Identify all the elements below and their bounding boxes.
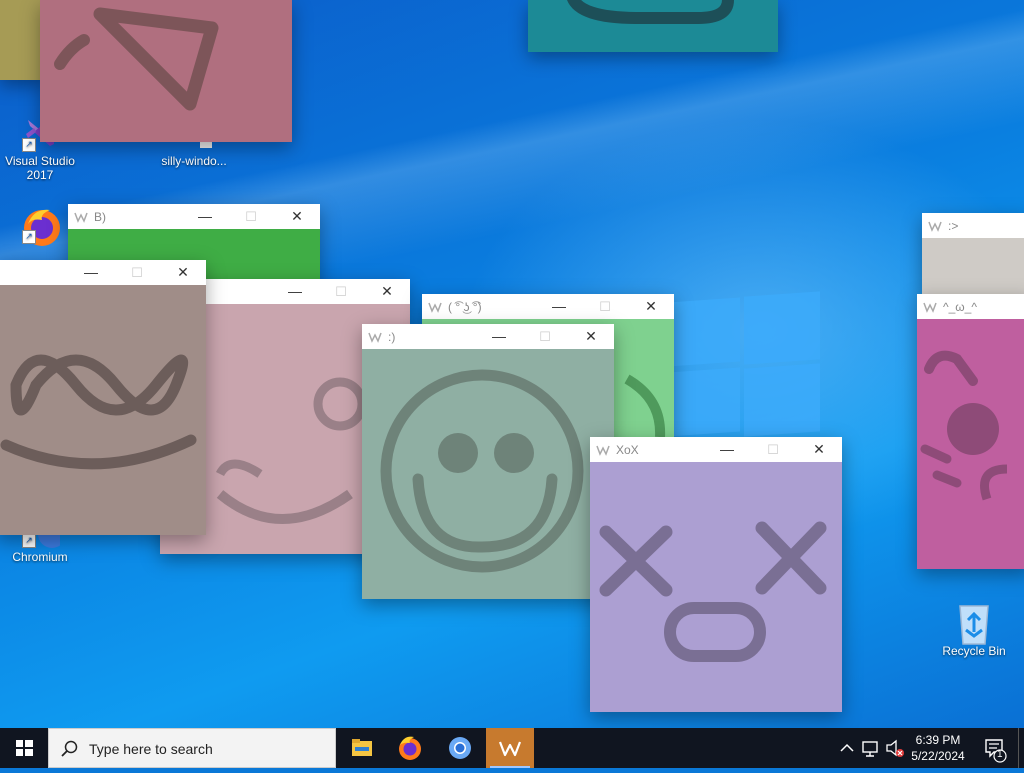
desktop: ↗ Visual Studio 2017 silly-windo... ↗ ↗ … (0, 0, 1024, 728)
close-button[interactable]: ✕ (364, 279, 410, 304)
search-box[interactable]: Type here to search (48, 728, 336, 768)
window-olive-fragment[interactable] (0, 0, 44, 80)
maximize-button[interactable]: ☐ (582, 294, 628, 319)
desktop-icon-label: silly-windo... (161, 154, 227, 168)
minimize-button[interactable]: — (182, 204, 228, 229)
window-xox[interactable]: XoX — ☐ ✕ (590, 437, 842, 712)
action-center-button[interactable]: 1 (980, 728, 1010, 768)
title-bar[interactable]: ( ͡° ͜ʖ ͡°) — ☐ ✕ (422, 294, 674, 319)
window-cat[interactable]: ^_ω_^ (917, 294, 1024, 569)
window-smiley[interactable]: :) — ☐ ✕ (362, 324, 614, 599)
window-title: ^_ω_^ (943, 300, 977, 314)
window-pink-triangle[interactable] (40, 0, 292, 142)
title-bar[interactable]: ^_ω_^ (917, 294, 1024, 319)
triangle-face-drawing (54, 7, 219, 111)
maximize-button[interactable]: ☐ (318, 279, 364, 304)
minimize-button[interactable]: — (68, 260, 114, 285)
taskbar-firefox[interactable] (386, 728, 434, 768)
close-button[interactable]: ✕ (160, 260, 206, 285)
notification-count: 1 (997, 749, 1003, 760)
desktop-icon-recycle-bin[interactable]: Recycle Bin (934, 602, 1014, 658)
desktop-icon-label: Recycle Bin (942, 644, 1006, 658)
taskbar-file-explorer[interactable] (338, 728, 386, 768)
network-icon (862, 741, 878, 757)
taskbar: Type here to search 6:39 PM 5/22/2024 1 (0, 728, 1024, 768)
window-title: XoX (616, 443, 639, 457)
firefox-icon: ↗ (20, 204, 60, 246)
title-bar[interactable]: B) — ☐ ✕ (68, 204, 320, 229)
desktop-icon-label: 2017 (26, 168, 54, 182)
minimize-button[interactable]: — (476, 324, 522, 349)
app-icon (596, 442, 610, 456)
teal-face-drawing (567, 0, 734, 24)
app-icon (928, 218, 942, 232)
window-title: ( ͡° ͜ʖ ͡°) (448, 300, 482, 314)
chromium-icon (449, 737, 471, 759)
start-button[interactable] (0, 728, 48, 768)
taskbar-chromium[interactable] (436, 728, 484, 768)
app-icon (923, 299, 937, 313)
close-button[interactable]: ✕ (628, 294, 674, 319)
firefox-icon (399, 736, 421, 760)
window-infinity[interactable]: — ☐ ✕ (0, 260, 206, 535)
maximize-button[interactable]: ☐ (522, 324, 568, 349)
show-hidden-icons-button[interactable] (838, 728, 856, 768)
recycle-bin-icon (954, 602, 994, 645)
close-button[interactable]: ✕ (274, 204, 320, 229)
volume-button[interactable] (884, 728, 906, 768)
close-button[interactable]: ✕ (568, 324, 614, 349)
maximize-button[interactable]: ☐ (114, 260, 160, 285)
volume-muted-icon (886, 739, 904, 757)
window-title: B) (94, 210, 106, 224)
chevron-up-icon (840, 743, 854, 752)
maximize-button[interactable]: ☐ (228, 204, 274, 229)
app-icon (368, 329, 382, 343)
search-placeholder: Type here to search (89, 741, 213, 757)
desktop-icon-label: Chromium (12, 550, 68, 564)
taskbar-silly-windows[interactable] (486, 728, 534, 768)
infinity-face-drawing (0, 354, 197, 470)
cat-face-drawing (920, 350, 1008, 501)
maximize-button[interactable]: ☐ (750, 437, 796, 462)
desktop-icon-label: Visual Studio (5, 154, 75, 168)
file-explorer-icon (352, 739, 372, 756)
window-title: :> (948, 219, 959, 233)
window-title: :) (388, 330, 396, 344)
xox-face-drawing (599, 521, 827, 662)
window-grin[interactable]: :> (922, 213, 1024, 295)
app-icon (74, 209, 88, 223)
clock-button[interactable]: 6:39 PM 5/22/2024 (906, 732, 970, 764)
clock-date: 5/22/2024 (911, 749, 965, 763)
close-button[interactable]: ✕ (796, 437, 842, 462)
title-bar[interactable]: — ☐ ✕ (0, 260, 206, 285)
clock-time: 6:39 PM (915, 733, 961, 747)
minimize-button[interactable]: — (272, 279, 318, 304)
title-bar[interactable]: :> (922, 213, 1024, 238)
notification-icon (985, 739, 1007, 763)
window-teal[interactable] (528, 0, 778, 52)
title-bar[interactable]: :) — ☐ ✕ (362, 324, 614, 349)
search-icon (61, 740, 78, 757)
minimize-button[interactable]: — (536, 294, 582, 319)
silly-windows-icon (498, 741, 522, 757)
smiley-face-drawing (380, 369, 584, 573)
network-button[interactable] (860, 728, 882, 768)
wallpaper-windows-logo (668, 290, 824, 440)
show-desktop-button[interactable] (1018, 728, 1024, 768)
title-bar[interactable]: XoX — ☐ ✕ (590, 437, 842, 462)
app-icon (428, 299, 442, 313)
windows-start-icon (16, 740, 33, 756)
minimize-button[interactable]: — (704, 437, 750, 462)
